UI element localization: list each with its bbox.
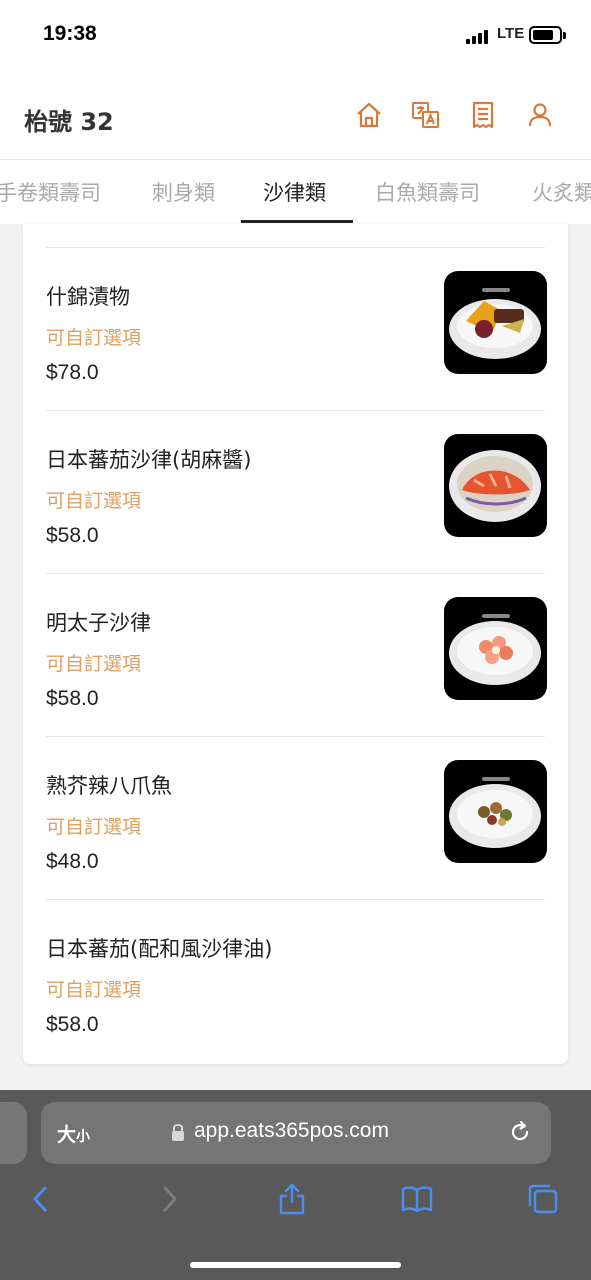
- status-time: 19:38: [43, 22, 97, 45]
- reload-icon[interactable]: [507, 1119, 533, 1145]
- active-tab-indicator: [241, 220, 353, 223]
- tabs-icon[interactable]: [526, 1182, 560, 1216]
- forward-button[interactable]: [152, 1182, 186, 1216]
- item-name: 日本蕃茄(配和風沙律油): [46, 937, 273, 961]
- status-bar: 19:38 LTE: [0, 0, 591, 70]
- text-size-small-label: 小: [76, 1129, 91, 1145]
- item-price: $58.0: [46, 687, 99, 710]
- tab-salad[interactable]: 沙律類: [263, 177, 326, 207]
- item-name: 熟芥辣八爪魚: [46, 774, 172, 798]
- item-image[interactable]: [444, 271, 547, 374]
- item-name: 什錦漬物: [46, 285, 130, 309]
- browser-toolbar: 大小 app.eats365pos.com: [0, 1090, 591, 1280]
- table-number-title: 枱號 32: [24, 108, 114, 136]
- item-image[interactable]: [444, 597, 547, 700]
- menu-item[interactable]: 日本蕃茄沙律(胡麻醬) 可自訂選項 $58.0: [23, 411, 568, 573]
- item-option-label: 可自訂選項: [46, 816, 142, 838]
- tab-sashimi[interactable]: 刺身類: [152, 177, 215, 207]
- item-option-label: 可自訂選項: [46, 490, 142, 512]
- battery-icon: [529, 26, 566, 44]
- item-price: $58.0: [46, 1013, 99, 1036]
- item-option-label: 可自訂選項: [46, 979, 142, 1001]
- menu-item[interactable]: 什錦漬物 可自訂選項 $78.0: [23, 248, 568, 410]
- signal-icon: [466, 28, 492, 44]
- category-tabs: 手卷類壽司 刺身類 沙律類 白魚類壽司 火炙類: [0, 160, 591, 224]
- item-price: $58.0: [46, 524, 99, 547]
- previous-tab-preview[interactable]: [0, 1102, 27, 1164]
- lock-icon: [172, 1124, 184, 1141]
- item-name: 明太子沙律: [46, 611, 151, 635]
- menu-item[interactable]: 明太子沙律 可自訂選項 $58.0: [23, 574, 568, 736]
- url-text: app.eats365pos.com: [194, 1119, 389, 1142]
- item-price: $48.0: [46, 850, 99, 873]
- menu-list: 什錦漬物 可自訂選項 $78.0 日本蕃茄沙律(胡麻醬) 可自訂選項 $58.0: [23, 224, 568, 1064]
- text-size-button[interactable]: 大小: [57, 1120, 90, 1147]
- item-option-label: 可自訂選項: [46, 653, 142, 675]
- tab-hand-roll[interactable]: 手卷類壽司: [0, 177, 101, 207]
- network-label: LTE: [497, 25, 525, 42]
- app-header: 枱號 32: [0, 70, 591, 160]
- item-name: 日本蕃茄沙律(胡麻醬): [46, 448, 252, 472]
- text-size-large-label: 大: [57, 1124, 77, 1146]
- item-price: $78.0: [46, 361, 99, 384]
- item-image[interactable]: [444, 760, 547, 863]
- receipt-icon[interactable]: [468, 100, 498, 130]
- address-bar[interactable]: 大小 app.eats365pos.com: [41, 1102, 551, 1164]
- tab-aburi[interactable]: 火炙類: [532, 177, 591, 207]
- item-image[interactable]: [444, 434, 547, 537]
- menu-item[interactable]: 日本蕃茄(配和風沙律油) 可自訂選項 $58.0: [23, 900, 568, 1062]
- bookmarks-icon[interactable]: [400, 1182, 434, 1216]
- user-icon[interactable]: [525, 100, 555, 130]
- menu-item[interactable]: 熟芥辣八爪魚 可自訂選項 $48.0: [23, 737, 568, 899]
- share-icon[interactable]: [275, 1182, 309, 1216]
- back-button[interactable]: [24, 1182, 58, 1216]
- tab-white-fish-sushi[interactable]: 白魚類壽司: [375, 177, 480, 207]
- item-option-label: 可自訂選項: [46, 327, 142, 349]
- home-icon[interactable]: [354, 100, 384, 130]
- translate-icon[interactable]: [411, 100, 441, 130]
- home-indicator: [190, 1262, 401, 1268]
